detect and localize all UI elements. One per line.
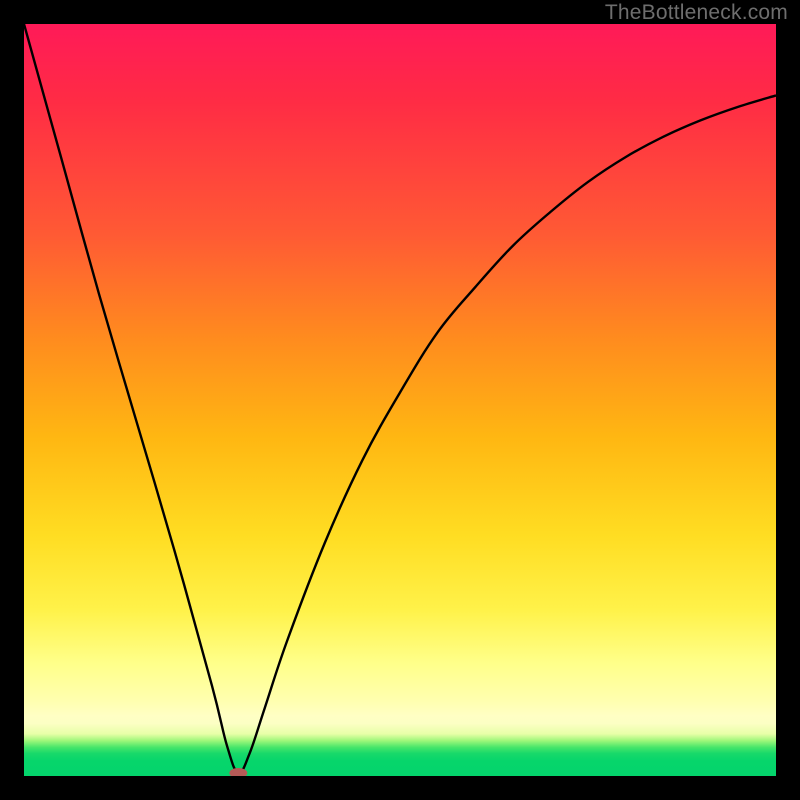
plot-area: [24, 24, 776, 776]
bottleneck-curve: [24, 24, 776, 773]
curve-layer: [24, 24, 776, 776]
chart-frame: TheBottleneck.com: [0, 0, 800, 800]
min-marker: [229, 768, 247, 776]
watermark-text: TheBottleneck.com: [605, 1, 788, 25]
